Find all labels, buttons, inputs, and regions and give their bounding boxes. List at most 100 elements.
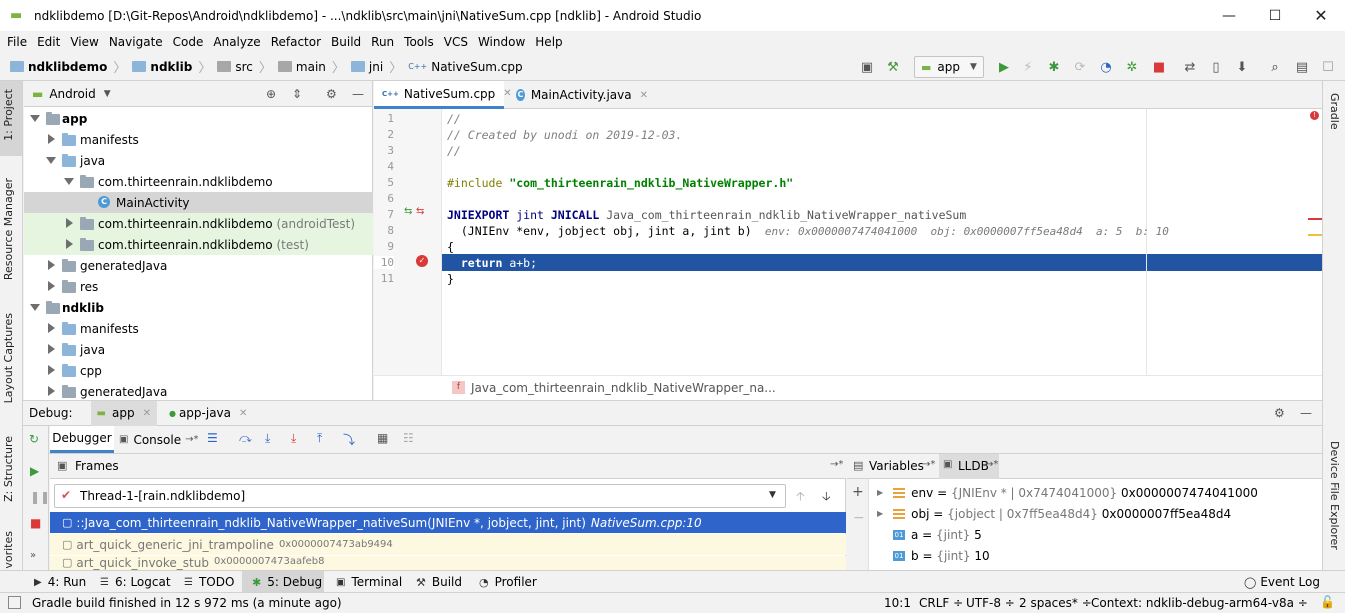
- status-message[interactable]: Gradle build finished in 12 s 972 ms (a …: [32, 596, 342, 610]
- menu-edit[interactable]: Edit: [32, 31, 65, 53]
- minimize-icon[interactable]: —: [1206, 0, 1252, 31]
- show-execution-point-icon[interactable]: ☰: [207, 431, 218, 445]
- breadcrumb-project[interactable]: ndklibdemo 〉: [8, 57, 126, 76]
- tree-item-cpp[interactable]: cpp: [24, 360, 373, 381]
- variable-row-b[interactable]: 01 b = {jint} 10: [871, 545, 1322, 566]
- apply-changes-icon[interactable]: ⚡: [1019, 58, 1037, 76]
- step-over-icon[interactable]: ⤼: [239, 431, 252, 446]
- step-into-icon[interactable]: ⤓: [265, 431, 270, 446]
- hide-icon[interactable]: —: [1300, 406, 1312, 420]
- sync-gradle-icon[interactable]: ⇄: [1181, 58, 1199, 76]
- tab-debugger[interactable]: Debugger: [50, 426, 114, 453]
- tree-item-package[interactable]: com.thirteenrain.ndklibdemo: [24, 171, 373, 192]
- tab-favorites[interactable]: vorites: [2, 531, 15, 569]
- breadcrumb-src[interactable]: src 〉: [215, 57, 272, 76]
- breadcrumb-file[interactable]: C++ NativeSum.cpp: [406, 60, 522, 74]
- force-step-into-icon[interactable]: ⤓: [291, 431, 296, 446]
- menu-view[interactable]: View: [65, 31, 103, 53]
- menu-tools[interactable]: Tools: [399, 31, 439, 53]
- tree-item-test[interactable]: com.thirteenrain.ndklibdemo (test): [24, 234, 373, 255]
- dropdown-arrow-icon[interactable]: ▼: [104, 89, 111, 99]
- variable-row-a[interactable]: 01 a = {jint} 5: [871, 524, 1322, 545]
- tab-build[interactable]: ⚒ Build: [416, 571, 462, 593]
- pin-icon[interactable]: →*: [185, 434, 198, 445]
- chevron-right-icon[interactable]: [48, 323, 55, 333]
- breadcrumb-module[interactable]: ndklib 〉: [130, 57, 211, 76]
- locate-icon[interactable]: ⊕: [266, 87, 276, 101]
- session-tab-app[interactable]: ▬ app ✕: [90, 400, 157, 426]
- chevron-right-icon[interactable]: [66, 239, 73, 249]
- implements-icon[interactable]: ⇆: [404, 206, 412, 217]
- tab-run[interactable]: ▶ 4: Run: [34, 571, 86, 593]
- chevron-down-icon[interactable]: [30, 115, 40, 122]
- indent-setting[interactable]: 2 spaces* ÷: [1019, 596, 1092, 610]
- chevron-right-icon[interactable]: ▶: [877, 509, 883, 518]
- run-icon[interactable]: ▶: [995, 58, 1013, 76]
- debug-attach-icon[interactable]: ✲: [1123, 58, 1141, 76]
- stop-icon[interactable]: ■: [1150, 58, 1168, 76]
- menu-file[interactable]: File: [2, 31, 32, 53]
- tab-mainactivity-java[interactable]: C MainActivity.java ✕: [508, 81, 648, 109]
- pin-icon[interactable]: →*: [830, 459, 843, 470]
- tree-item-manifests[interactable]: manifests: [24, 129, 373, 150]
- step-out-icon[interactable]: ⤒: [317, 431, 322, 446]
- add-watch-icon[interactable]: +: [852, 484, 864, 500]
- tab-structure[interactable]: Z: Structure: [2, 436, 15, 502]
- tab-todo[interactable]: ☰ TODO: [184, 571, 234, 593]
- tab-event-log[interactable]: ◯ Event Log: [1244, 571, 1320, 593]
- line-separator[interactable]: CRLF ÷: [919, 596, 963, 610]
- tree-item-res[interactable]: res: [24, 276, 373, 297]
- chevron-right-icon[interactable]: [48, 365, 55, 375]
- more-icon[interactable]: »: [30, 550, 36, 561]
- close-tab-icon[interactable]: ✕: [143, 408, 151, 419]
- search-icon[interactable]: ⌕: [1266, 58, 1284, 76]
- tab-resource-manager[interactable]: Resource Manager: [2, 178, 15, 280]
- lock-icon[interactable]: 🔓: [1320, 595, 1335, 609]
- tab-logcat[interactable]: ☰ 6: Logcat: [100, 571, 171, 593]
- chevron-right-icon[interactable]: ▶: [877, 488, 883, 497]
- tab-project[interactable]: 1: Project: [2, 89, 15, 141]
- gear-icon[interactable]: ⚙: [1274, 406, 1285, 420]
- breakpoint-icon[interactable]: ✓: [416, 255, 428, 267]
- project-view-selector[interactable]: Android: [49, 87, 95, 101]
- menu-vcs[interactable]: VCS: [439, 31, 473, 53]
- chevron-right-icon[interactable]: [48, 344, 55, 354]
- chevron-right-icon[interactable]: [66, 218, 73, 228]
- menu-navigate[interactable]: Navigate: [104, 31, 168, 53]
- tree-item-ndk-java[interactable]: java: [24, 339, 373, 360]
- close-tab-icon[interactable]: ✕: [640, 90, 648, 101]
- menu-window[interactable]: Window: [473, 31, 530, 53]
- caret-position[interactable]: 10:1: [884, 596, 911, 610]
- chevron-down-icon[interactable]: [30, 304, 40, 311]
- breadcrumb-jni[interactable]: jni 〉: [349, 57, 402, 76]
- menu-code[interactable]: Code: [168, 31, 209, 53]
- variable-row-env[interactable]: ▶ env = {JNIEnv * | 0x7474041000} 0x0000…: [871, 482, 1322, 503]
- code-editor[interactable]: 1 2 3 4 5 6 7 8 9 10 11 ⇆ ⇆ ✓ // // Crea…: [374, 109, 1322, 375]
- gear-icon[interactable]: ⚙: [326, 87, 337, 101]
- tab-layout-captures[interactable]: Layout Captures: [2, 313, 15, 403]
- tab-debug[interactable]: ✱ 5: Debug: [242, 571, 324, 593]
- variables-tab[interactable]: Variables: [869, 459, 924, 473]
- tab-device-file-explorer[interactable]: Device File Explorer: [1328, 441, 1341, 550]
- debug-icon[interactable]: ✱: [1045, 58, 1063, 76]
- pin-icon[interactable]: →*: [922, 459, 935, 470]
- tree-item-ndklib[interactable]: ndklib: [24, 297, 373, 318]
- chevron-right-icon[interactable]: [48, 386, 55, 396]
- build-context[interactable]: Context: ndklib-debug-arm64-v8a ÷: [1091, 596, 1308, 610]
- menu-analyze[interactable]: Analyze: [208, 31, 265, 53]
- chevron-right-icon[interactable]: [48, 260, 55, 270]
- error-stripe-mark[interactable]: [1308, 218, 1322, 220]
- chevron-down-icon[interactable]: [64, 178, 74, 185]
- collapse-all-icon[interactable]: ⇕: [292, 87, 302, 101]
- account-icon[interactable]: ☐: [1319, 58, 1337, 76]
- run-config-select[interactable]: ▬ app ▼: [914, 56, 984, 78]
- function-breadcrumb[interactable]: Java_com_thirteenrain_ndklib_NativeWrapp…: [471, 381, 776, 395]
- tab-profiler[interactable]: ◔ Profiler: [479, 571, 537, 593]
- next-frame-icon[interactable]: 🡣: [822, 487, 831, 508]
- tree-item-java[interactable]: java: [24, 150, 373, 171]
- tree-item-ndk-manifests[interactable]: manifests: [24, 318, 373, 339]
- session-tab-app-java[interactable]: ● app-java ✕: [169, 406, 247, 420]
- close-icon[interactable]: ✕: [1298, 0, 1344, 31]
- chevron-down-icon[interactable]: [46, 157, 56, 164]
- jump-to-declaration-icon[interactable]: ⇆: [416, 206, 424, 217]
